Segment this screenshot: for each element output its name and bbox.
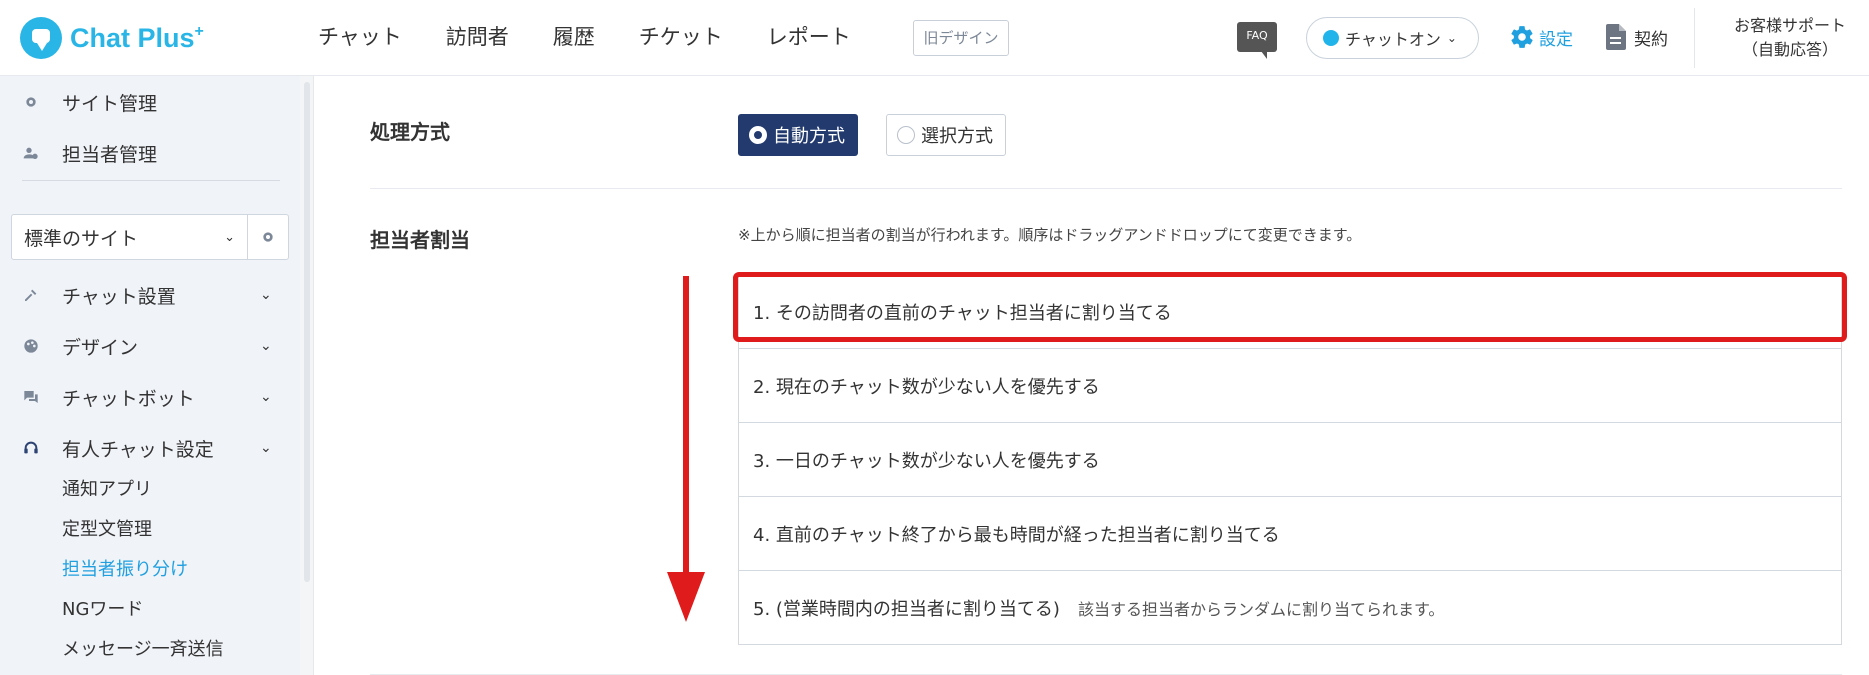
sidebar-item-site-management[interactable]: サイト管理: [22, 87, 157, 117]
logo[interactable]: Chat Plus+: [20, 16, 204, 60]
rule-row-5[interactable]: 5. (営業時間内の担当者に割り当てる) 該当する担当者からランダムに割り当てら…: [738, 571, 1842, 645]
brand-name: Chat Plus: [70, 22, 195, 53]
sidebar-sub-notification-app[interactable]: 通知アプリ: [62, 475, 152, 501]
chevron-down-icon: ⌄: [224, 229, 235, 245]
rule-label: 5. (営業時間内の担当者に割り当てる): [753, 598, 1060, 620]
rule-label: 2. 現在のチャット数が少ない人を優先する: [753, 376, 1100, 398]
chevron-down-icon: ⌄: [260, 389, 272, 405]
header-divider: [1694, 8, 1695, 68]
radio-checked-icon: [749, 126, 767, 144]
sidebar-item-label: デザイン: [62, 336, 139, 359]
chevron-down-icon: ⌄: [260, 338, 272, 354]
method-auto-radio[interactable]: 自動方式: [738, 114, 858, 156]
support-line1: お客様サポート: [1733, 16, 1846, 35]
sidebar-item-label: チャットボット: [62, 387, 195, 410]
tools-icon: [22, 286, 40, 304]
gear-small-icon: [22, 93, 40, 111]
gear-small-icon: [263, 232, 273, 242]
sidebar-sub-bulk-message[interactable]: メッセージ一斉送信: [62, 635, 224, 661]
nav-chat[interactable]: チャット: [318, 18, 402, 56]
sidebar-item-label: チャット設置: [62, 285, 176, 308]
method-select-radio[interactable]: 選択方式: [886, 114, 1006, 156]
rule-5-description: 該当する担当者からランダムに割り当てられます。: [1077, 599, 1445, 619]
nav-visitors[interactable]: 訪問者: [446, 18, 509, 56]
assign-note: ※上から順に担当者の割当が行われます。順序はドラッグアンドドロップにて変更できま…: [738, 226, 1362, 244]
arrow-down-icon: [667, 276, 705, 622]
scrollbar-thumb[interactable]: [304, 82, 310, 582]
contract-link[interactable]: 契約: [1606, 24, 1668, 50]
chevron-down-icon: ⌄: [260, 440, 272, 456]
rule-row-3[interactable]: 3. 一日のチャット数が少ない人を優先する: [738, 423, 1842, 497]
document-icon: [1606, 24, 1626, 50]
settings-label: 設定: [1539, 29, 1573, 50]
chat-plus-logo-icon: [20, 17, 62, 59]
radio-unchecked-icon: [897, 126, 915, 144]
gear-icon: [1511, 26, 1533, 48]
headset-icon: [22, 439, 40, 457]
rule-row-2[interactable]: 2. 現在のチャット数が少ない人を優先する: [738, 349, 1842, 423]
method-auto-label: 自動方式: [773, 126, 845, 147]
contract-label: 契約: [1634, 29, 1668, 50]
sidebar-item-chatbot[interactable]: チャットボット ⌄: [22, 382, 272, 412]
status-dot-icon: [1323, 30, 1339, 46]
method-label: 処理方式: [370, 120, 450, 144]
faq-icon[interactable]: FAQ: [1237, 22, 1277, 59]
sidebar-divider: [22, 180, 280, 181]
sidebar-sub-template-management[interactable]: 定型文管理: [62, 515, 152, 541]
customer-support-link[interactable]: お客様サポート （自動応答）: [1720, 14, 1860, 62]
chevron-down-icon: ⌄: [1446, 31, 1457, 45]
section-divider: [370, 188, 1842, 189]
sidebar-item-label: 有人チャット設定: [62, 438, 214, 461]
nav-report[interactable]: レポート: [767, 18, 851, 56]
site-select-value: 標準のサイト: [24, 227, 139, 250]
support-line2: （自動応答）: [1741, 40, 1838, 59]
main-content: 処理方式 自動方式 選択方式 担当者割当 ※上から順に担当者の割当が行われます。…: [315, 76, 1869, 675]
sidebar-item-label: 担当者管理: [62, 143, 158, 166]
site-select[interactable]: 標準のサイト ⌄: [11, 214, 289, 260]
sidebar-sub-staff-assignment[interactable]: 担当者振り分け: [62, 555, 188, 581]
palette-icon: [22, 337, 40, 355]
sidebar-item-design[interactable]: デザイン ⌄: [22, 331, 272, 361]
nav-history[interactable]: 履歴: [553, 18, 595, 56]
user-gear-icon: [22, 144, 40, 162]
sidebar-item-staff-management[interactable]: 担当者管理: [22, 138, 157, 168]
site-settings-button[interactable]: [248, 215, 288, 259]
sidebar-sub-ng-words[interactable]: NGワード: [62, 595, 143, 621]
nav-ticket[interactable]: チケット: [639, 18, 723, 56]
sidebar-item-live-chat-settings[interactable]: 有人チャット設定 ⌄: [22, 433, 272, 463]
rule-label: 4. 直前のチャット終了から最も時間が経った担当者に割り当てる: [753, 524, 1280, 546]
sidebar-item-chat-install[interactable]: チャット設置 ⌄: [22, 280, 272, 310]
old-design-button[interactable]: 旧デザイン: [913, 20, 1009, 56]
sidebar-item-label: サイト管理: [62, 92, 158, 115]
method-select-label: 選択方式: [921, 126, 993, 147]
assign-label: 担当者割当: [370, 228, 470, 252]
rule-label: 3. 一日のチャット数が少ない人を優先する: [753, 450, 1100, 472]
header: Chat Plus+ チャット 訪問者 履歴 チケット レポート 旧デザイン F…: [0, 0, 1869, 76]
highlight-box: [733, 272, 1847, 342]
settings-link[interactable]: 設定: [1509, 24, 1573, 50]
sidebar-scrollbar[interactable]: [300, 76, 314, 675]
brand-plus: +: [194, 22, 204, 40]
rule-row-4[interactable]: 4. 直前のチャット終了から最も時間が経った担当者に割り当てる: [738, 497, 1842, 571]
chat-status-label: チャットオン: [1345, 30, 1441, 49]
chevron-down-icon: ⌄: [260, 287, 272, 303]
chat-bubbles-icon: [22, 388, 40, 406]
main-nav: チャット 訪問者 履歴 チケット レポート: [318, 18, 895, 56]
chat-status-dropdown[interactable]: チャットオン ⌄: [1306, 17, 1479, 59]
site-select-dropdown[interactable]: 標準のサイト ⌄: [12, 215, 248, 259]
